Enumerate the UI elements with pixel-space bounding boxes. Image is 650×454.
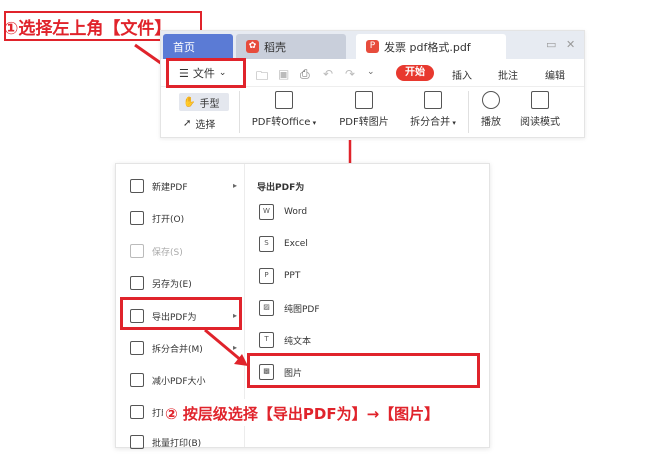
hand-icon: ✋ <box>183 96 196 108</box>
ribbon: ✋ 手型 ➚ 选择 PDF转Office ▾ PDF转图片 拆分合并 ▾ 播放 阅读… <box>161 87 584 137</box>
menu-item-label: 保存(S) <box>152 247 183 258</box>
menu-item-label: 新建PDF <box>152 182 188 193</box>
compress-icon <box>130 373 144 387</box>
close-icon[interactable]: ✕ <box>566 38 575 51</box>
split-merge-icon <box>130 341 144 355</box>
select-tool[interactable]: ➚ 选择 <box>179 114 229 132</box>
pointer-arrow-2 <box>204 328 248 366</box>
play-label: 播放 <box>481 117 501 128</box>
tab-daoke-label: 稻壳 <box>264 40 286 54</box>
word-icon: W <box>259 204 274 220</box>
submenu-item-label: PPT <box>284 271 301 281</box>
divider <box>239 91 240 133</box>
ppt-icon: P <box>259 268 274 284</box>
pdf-to-office-icon <box>275 91 293 109</box>
tab-document[interactable]: P 发票 pdf格式.pdf <box>356 34 506 59</box>
folder-icon <box>130 211 144 225</box>
menu-new-pdf[interactable]: 新建PDF ▸ <box>116 174 243 198</box>
hand-label: 手型 <box>199 98 220 110</box>
undo-icon[interactable]: ↶ <box>323 67 333 81</box>
excel-icon: S <box>259 236 274 252</box>
text-icon: T <box>259 332 274 348</box>
submenu-item-label: 纯图PDF <box>284 304 320 315</box>
new-file-icon <box>130 179 144 193</box>
save-as-icon <box>130 276 144 290</box>
select-label: 选择 <box>195 119 216 131</box>
pdf-to-image-button[interactable]: PDF转图片 <box>333 91 395 128</box>
menu-edit[interactable]: 编辑 <box>545 67 565 82</box>
menu-batch-print[interactable]: 批量打印(B) <box>116 430 243 454</box>
submenu-item-label: Word <box>284 207 308 217</box>
book-icon <box>531 91 549 109</box>
tab-daoke[interactable]: ✿ 稻壳 <box>236 34 346 59</box>
split-merge-icon <box>424 91 442 109</box>
read-mode-button[interactable]: 阅读模式 <box>514 91 566 128</box>
hand-tool[interactable]: ✋ 手型 <box>179 93 229 111</box>
chevron-right-icon: ▸ <box>232 181 237 190</box>
print-icon[interactable]: ⎙ <box>300 67 310 82</box>
window-icon[interactable]: ▭ <box>546 38 556 51</box>
menu-annotate[interactable]: 批注 <box>498 67 518 82</box>
cursor-icon: ➚ <box>183 117 192 129</box>
divider <box>468 91 469 133</box>
tab-home-label: 首页 <box>173 40 195 54</box>
open-icon[interactable]: 🗀 <box>256 67 268 88</box>
tab-home[interactable]: 首页 <box>163 34 233 59</box>
pdf-to-office-button[interactable]: PDF转Office ▾ <box>247 91 321 128</box>
image-pdf-icon: ▨ <box>259 300 274 316</box>
export-excel[interactable]: S Excel <box>259 232 479 256</box>
menu-insert[interactable]: 插入 <box>452 67 472 82</box>
tab-bar: 首页 ✿ 稻壳 P 发票 pdf格式.pdf ▭ ✕ <box>161 31 584 59</box>
menu-item-label: 另存为(E) <box>152 279 192 290</box>
split-merge-button[interactable]: 拆分合并 ▾ <box>403 91 463 128</box>
export-text[interactable]: T 纯文本 <box>259 328 479 352</box>
menu-save[interactable]: 保存(S) <box>116 239 243 263</box>
pdf-file-icon: P <box>366 40 379 53</box>
export-word[interactable]: W Word <box>259 200 479 224</box>
menu-item-label: 减小PDF大小 <box>152 376 206 387</box>
pdf-to-image-icon <box>355 91 373 109</box>
more-icon[interactable]: ⌄ <box>367 67 375 77</box>
submenu-item-label: 纯文本 <box>284 336 312 347</box>
play-icon <box>482 91 500 109</box>
split-merge-label: 拆分合并 <box>410 117 451 128</box>
daoke-icon: ✿ <box>246 40 259 53</box>
menu-item-label: 拆分合并(M) <box>152 344 203 355</box>
menu-save-as[interactable]: 另存为(E) <box>116 271 243 295</box>
print-icon <box>130 405 144 419</box>
pdf-to-office-label: PDF转Office <box>251 117 311 128</box>
redo-icon[interactable]: ↷ <box>345 67 355 81</box>
read-mode-label: 阅读模式 <box>520 117 560 128</box>
step2-annotation: ② 按层级选择【导出PDF为】→【图片】 <box>165 405 440 423</box>
export-ppt[interactable]: P PPT <box>259 264 479 288</box>
play-button[interactable]: 播放 <box>474 91 508 128</box>
image-option-highlight <box>247 353 480 388</box>
save-icon[interactable]: ▣ <box>278 67 289 81</box>
tab-document-label: 发票 pdf格式.pdf <box>384 40 471 54</box>
submenu-item-label: Excel <box>284 239 308 249</box>
save-icon <box>130 244 144 258</box>
menu-open[interactable]: 打开(O) <box>116 206 243 230</box>
batch-print-icon <box>130 435 144 449</box>
file-button-highlight <box>166 58 246 88</box>
submenu-title: 导出PDF为 <box>257 183 305 193</box>
export-image-pdf[interactable]: ▨ 纯图PDF <box>259 296 479 320</box>
menu-item-label: 批量打印(B) <box>152 438 202 449</box>
menu-item-label: 打开(O) <box>152 214 185 225</box>
pdf-to-image-label: PDF转图片 <box>339 117 389 128</box>
menu-start[interactable]: 开始 <box>396 65 434 81</box>
